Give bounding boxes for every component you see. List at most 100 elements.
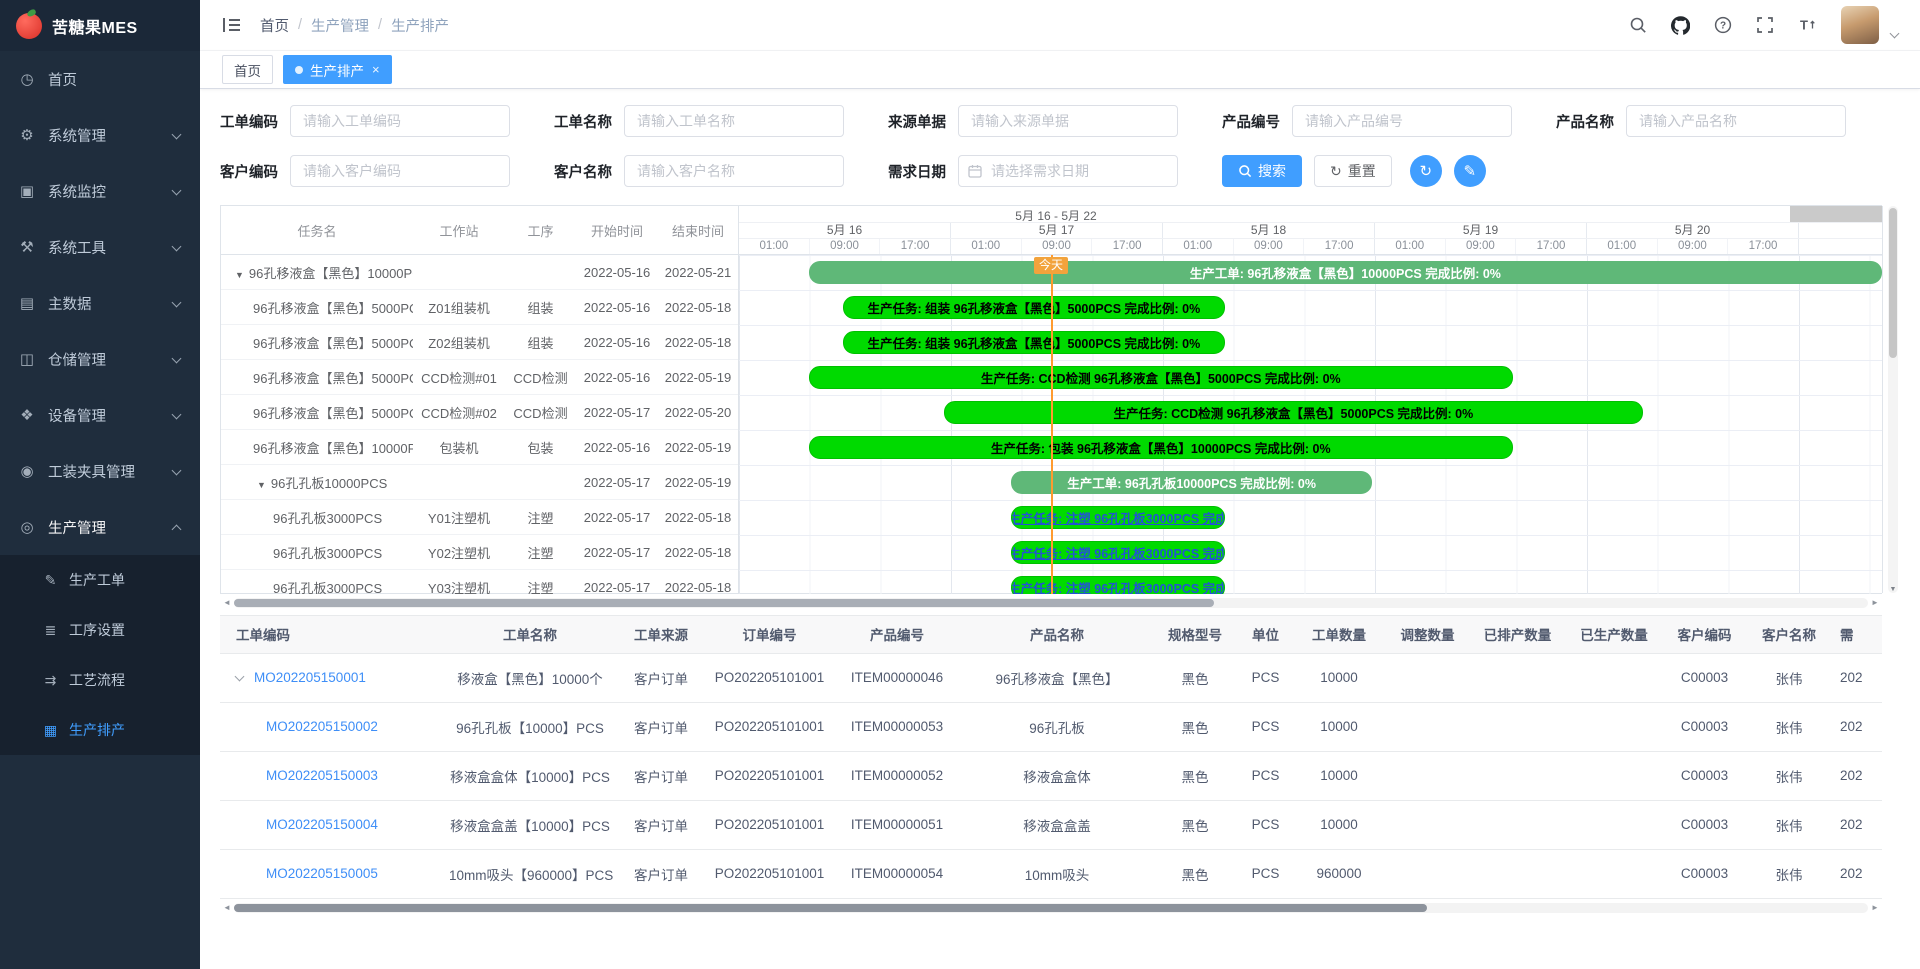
sidebar-item-production-workorder[interactable]: ✎ 生产工单 xyxy=(0,555,200,605)
gantt-bar-task[interactable]: 生产任务: 包装 96孔移液盒【黑色】10000PCS 完成比例: 0% xyxy=(809,436,1513,459)
refresh-gantt-button[interactable]: ↻ xyxy=(1410,155,1442,187)
sidebar-item-home[interactable]: ◷ 首页 xyxy=(0,51,200,107)
gantt-bar-task[interactable]: 生产任务: CCD检测 96孔移液盒【黑色】5000PCS 完成比例: 0% xyxy=(944,401,1644,424)
collapse-caret-icon[interactable]: ▼ xyxy=(235,270,244,280)
scroll-right-arrow-icon[interactable]: ► xyxy=(1868,902,1882,914)
user-avatar[interactable] xyxy=(1841,6,1879,44)
breadcrumb-home[interactable]: 首页 xyxy=(260,15,289,36)
gantt-row-task[interactable]: 96孔孔板3000PCS Y01注塑机 注塑 2022-05-17 2022-0… xyxy=(221,500,738,535)
table-row[interactable]: MO202205150004 移液盒盒盖【10000】PCS 客户订单 PO20… xyxy=(220,800,1882,849)
timeline-hour-filler xyxy=(1799,239,1883,254)
production-submenu: ✎ 生产工单 ≣ 工序设置 ⇉ 工艺流程 ▦ 生产排产 xyxy=(0,555,200,755)
fullscreen-icon[interactable] xyxy=(1756,16,1774,34)
workorder-code-input[interactable] xyxy=(290,105,510,137)
gantt-row-task[interactable]: 96孔移液盒【黑色】5000PCS Z02组装机 组装 2022-05-16 2… xyxy=(221,325,738,360)
gantt-bar-task[interactable]: 生产任务: 注塑 96孔孔板3000PCS 完成 xyxy=(1011,541,1225,564)
gantt-row-task[interactable]: 96孔孔板3000PCS Y02注塑机 注塑 2022-05-17 2022-0… xyxy=(221,535,738,570)
sidebar-item-production-scheduling[interactable]: ▦ 生产排产 xyxy=(0,705,200,755)
collapse-caret-icon[interactable]: ▼ xyxy=(257,480,266,490)
table-row[interactable]: MO202205150003 移液盒盒体【10000】PCS 客户订单 PO20… xyxy=(220,751,1882,800)
gantt-vertical-scrollbar[interactable]: ▼ xyxy=(1888,206,1898,593)
gantt-row-task[interactable]: 96孔移液盒【黑色】5000PCS CCD检测#01 CCD检测 2022-05… xyxy=(221,360,738,395)
sidebar-item-label: 首页 xyxy=(48,69,77,90)
sidebar-item-system-tools[interactable]: ⚒ 系统工具 xyxy=(0,219,200,275)
filter-row-2: 客户编码 客户名称 需求日期 搜索 ↻ 重置 ↻ ✎ xyxy=(220,155,1882,187)
expand-row-caret-icon[interactable] xyxy=(235,672,245,682)
workorder-link[interactable]: MO202205150002 xyxy=(266,719,378,734)
workorder-link[interactable]: MO202205150001 xyxy=(254,670,366,685)
gantt-row-workorder[interactable]: ▼96孔移液盒【黑色】10000PCS 2022-05-16 2022-05-2… xyxy=(221,255,738,290)
edit-schedule-button[interactable]: ✎ xyxy=(1454,155,1486,187)
table-row[interactable]: MO202205150002 96孔孔板【10000】PCS 客户订单 PO20… xyxy=(220,702,1882,751)
timeline-hour-row: 01:00 09:00 17:00 01:00 09:00 17:00 01:0… xyxy=(739,239,1882,254)
sidebar-item-warehouse-management[interactable]: ◫ 仓储管理 xyxy=(0,331,200,387)
workorder-link[interactable]: MO202205150005 xyxy=(266,866,378,881)
product-name-input[interactable] xyxy=(1626,105,1846,137)
sidebar-item-master-data[interactable]: ▤ 主数据 xyxy=(0,275,200,331)
scrollbar-thumb[interactable] xyxy=(1889,208,1897,358)
gantt-row-workorder[interactable]: ▼96孔孔板10000PCS 2022-05-17 2022-05-19 xyxy=(221,465,738,500)
search-icon[interactable] xyxy=(1629,16,1647,34)
product-code-input[interactable] xyxy=(1292,105,1512,137)
table-row[interactable]: MO202205150001 移液盒【黑色】10000个 客户订单 PO2022… xyxy=(220,653,1882,702)
scroll-down-arrow-icon[interactable]: ▼ xyxy=(1888,586,1898,593)
gantt-bar-task[interactable]: 生产任务: 注塑 96孔孔板3000PCS 完成 xyxy=(1011,506,1225,529)
table-horizontal-scrollbar[interactable]: ◄ ► xyxy=(220,902,1882,914)
sidebar-item-process-flow[interactable]: ⇉ 工艺流程 xyxy=(0,655,200,705)
sidebar-item-label: 系统管理 xyxy=(48,125,106,146)
scrollbar-track[interactable] xyxy=(234,598,1868,608)
user-menu-caret-icon[interactable] xyxy=(1890,28,1900,38)
search-button[interactable]: 搜索 xyxy=(1222,155,1302,187)
sidebar-item-equipment-management[interactable]: ❖ 设备管理 xyxy=(0,387,200,443)
lock-icon: ◉ xyxy=(18,462,36,480)
workorder-name-input[interactable] xyxy=(624,105,844,137)
gantt-bar-task[interactable]: 生产任务: 组装 96孔移液盒【黑色】5000PCS 完成比例: 0% xyxy=(843,331,1225,354)
font-size-icon[interactable]: T xyxy=(1798,16,1817,34)
sidebar-item-fixture-management[interactable]: ◉ 工装夹具管理 xyxy=(0,443,200,499)
gantt-row-task[interactable]: 96孔移液盒【黑色】10000PCS 包装机 包装 2022-05-16 202… xyxy=(221,430,738,465)
filter-product-code: 产品编号 xyxy=(1222,105,1512,137)
scroll-left-arrow-icon[interactable]: ◄ xyxy=(220,597,234,609)
github-icon[interactable] xyxy=(1671,16,1690,35)
gantt-horizontal-scrollbar[interactable]: ◄ ► xyxy=(220,597,1882,609)
table-row[interactable]: MO202205150005 10mm吸头【960000】PCS 客户订单 PO… xyxy=(220,849,1882,898)
sidebar-item-label: 生产排产 xyxy=(69,720,125,740)
sidebar-item-system-monitor[interactable]: ▣ 系统监控 xyxy=(0,163,200,219)
sidebar-item-production-management[interactable]: ◎ 生产管理 xyxy=(0,499,200,555)
sidebar-item-system-management[interactable]: ⚙ 系统管理 xyxy=(0,107,200,163)
help-icon[interactable]: ? xyxy=(1714,16,1732,34)
gantt-row-task[interactable]: 96孔孔板3000PCS Y03注塑机 注塑 2022-05-17 2022-0… xyxy=(221,570,738,594)
gantt-bar-workorder[interactable]: 生产工单: 96孔移液盒【黑色】10000PCS 完成比例: 0% xyxy=(809,261,1882,284)
breadcrumb-production-management[interactable]: 生产管理 xyxy=(311,15,369,36)
gantt-bar-task[interactable]: 生产任务: CCD检测 96孔移液盒【黑色】5000PCS 完成比例: 0% xyxy=(809,366,1513,389)
scrollbar-thumb[interactable] xyxy=(234,904,1427,912)
tab-production-scheduling[interactable]: 生产排产 × xyxy=(283,55,392,84)
workorder-link[interactable]: MO202205150004 xyxy=(266,817,378,832)
reset-button[interactable]: ↻ 重置 xyxy=(1314,155,1392,187)
scrollbar-track[interactable] xyxy=(234,903,1868,913)
chevron-down-icon xyxy=(172,242,182,252)
tab-home[interactable]: 首页 xyxy=(222,55,273,84)
tags-view-bar: 首页 生产排产 × xyxy=(200,51,1920,89)
close-tab-icon[interactable]: × xyxy=(372,63,380,76)
collapse-sidebar-icon[interactable] xyxy=(222,16,242,34)
device-icon: ❖ xyxy=(18,406,36,424)
scroll-left-arrow-icon[interactable]: ◄ xyxy=(220,902,234,914)
customer-code-input[interactable] xyxy=(290,155,510,187)
scroll-right-arrow-icon[interactable]: ► xyxy=(1868,597,1882,609)
workorder-link[interactable]: MO202205150003 xyxy=(266,768,378,783)
search-icon xyxy=(1238,164,1252,178)
gantt-bar-task[interactable]: 生产任务: 注塑 96孔孔板3000PCS 完成 xyxy=(1011,576,1225,594)
gantt-bar-task[interactable]: 生产任务: 组装 96孔移液盒【黑色】5000PCS 完成比例: 0% xyxy=(843,296,1225,319)
sidebar-item-process-settings[interactable]: ≣ 工序设置 xyxy=(0,605,200,655)
gantt-task-table: 任务名 工作站 工序 开始时间 结束时间 ▼96孔移液盒【黑色】10000PCS… xyxy=(221,206,739,593)
scrollbar-thumb[interactable] xyxy=(234,599,1214,607)
demand-date-input[interactable] xyxy=(958,155,1178,187)
breadcrumb-production-scheduling[interactable]: 生产排产 xyxy=(391,15,449,36)
sidebar-item-label: 生产管理 xyxy=(48,517,106,538)
gantt-row-task[interactable]: 96孔移液盒【黑色】5000PCS Z01组装机 组装 2022-05-16 2… xyxy=(221,290,738,325)
gantt-row-task[interactable]: 96孔移液盒【黑色】5000PCS CCD检测#02 CCD检测 2022-05… xyxy=(221,395,738,430)
gantt-bar-workorder[interactable]: 生产工单: 96孔孔板10000PCS 完成比例: 0% xyxy=(1011,471,1372,494)
source-doc-input[interactable] xyxy=(958,105,1178,137)
customer-name-input[interactable] xyxy=(624,155,844,187)
